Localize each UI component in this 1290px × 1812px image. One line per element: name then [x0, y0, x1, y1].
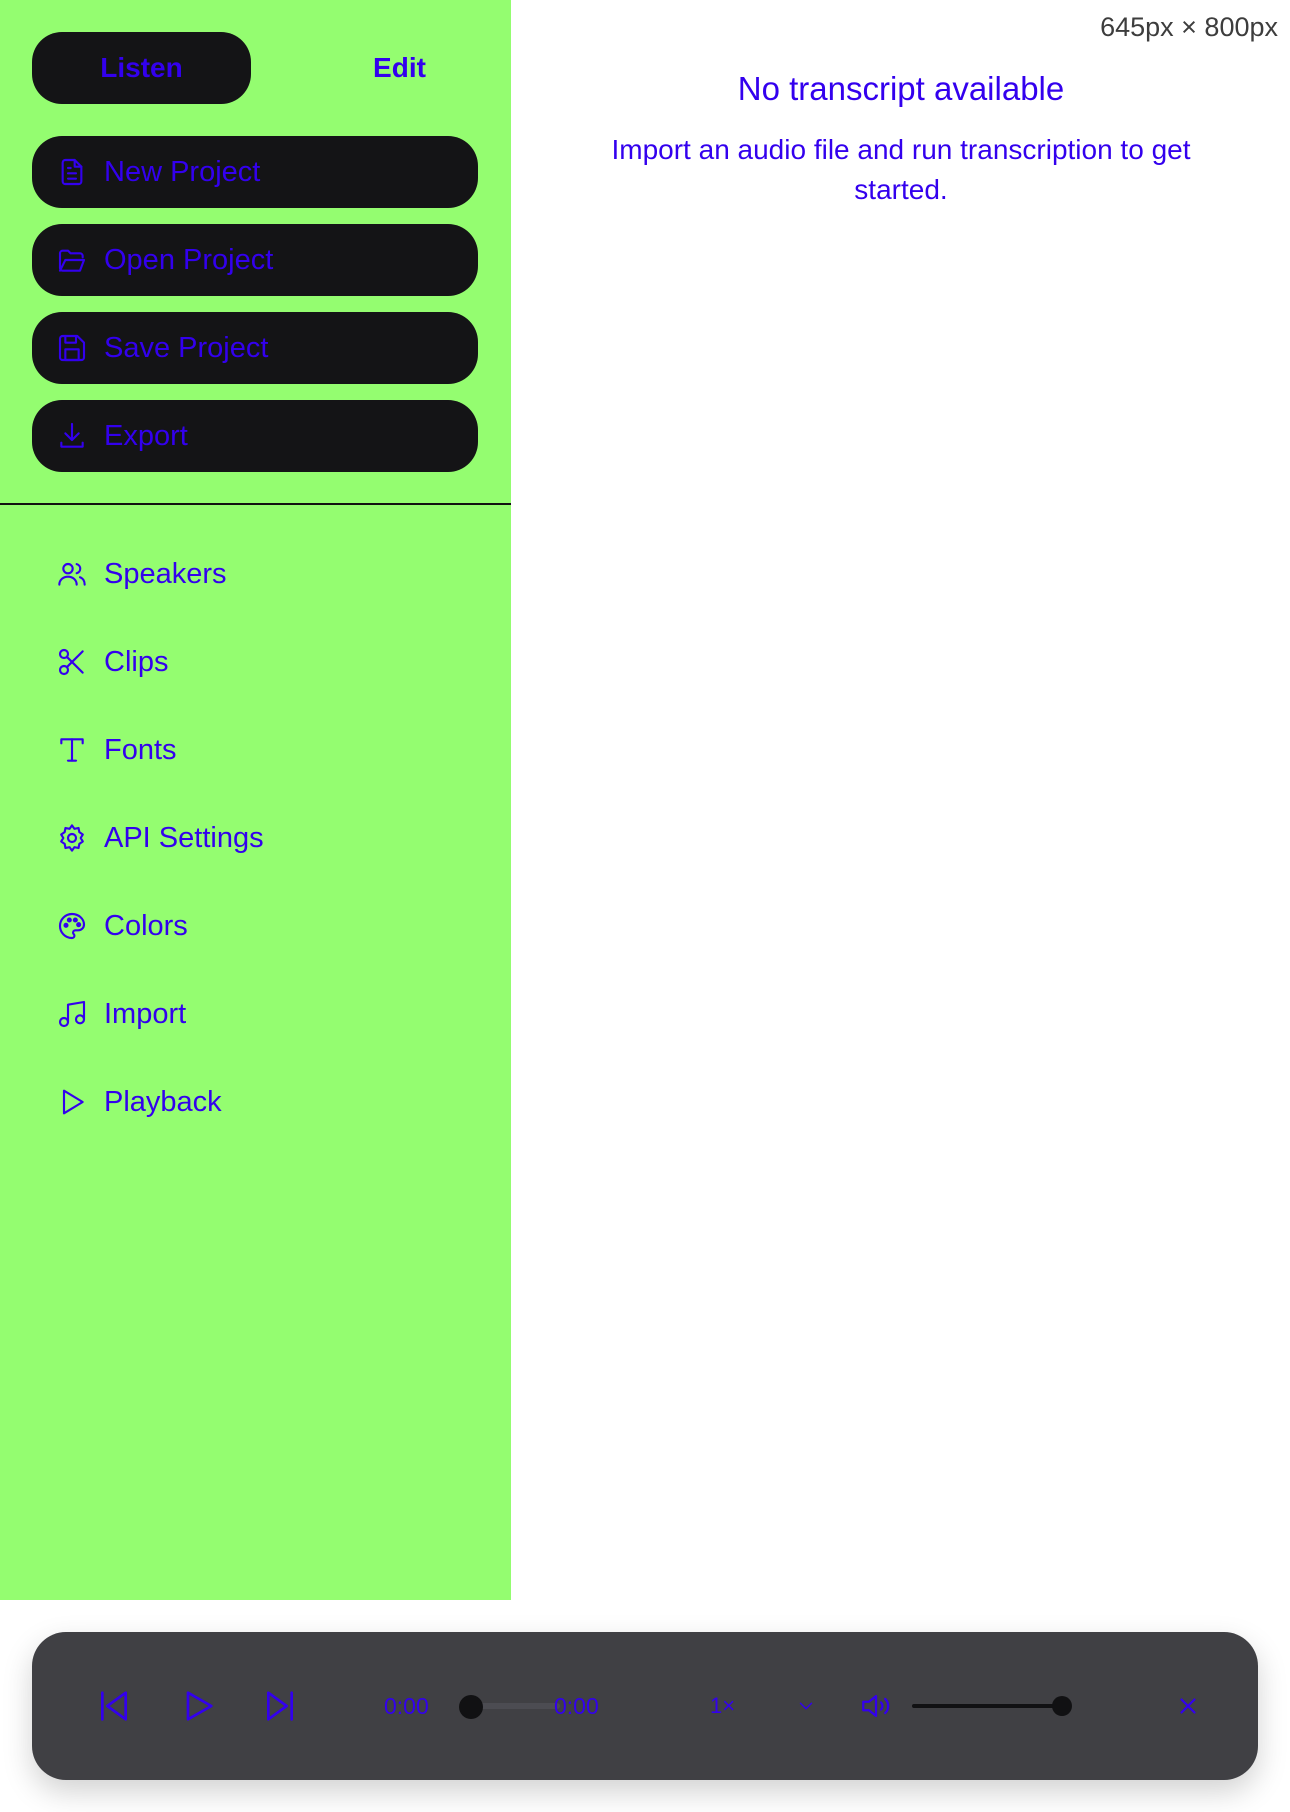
audio-player-bar: 0:00 0:00 1× [32, 1632, 1258, 1780]
new-project-button[interactable]: New Project [32, 136, 478, 208]
folder-open-icon [56, 244, 88, 276]
viewport-size-label: 645px × 800px [1100, 12, 1278, 42]
sidebar-item-api-settings[interactable]: API Settings [56, 812, 264, 864]
music-icon [56, 998, 88, 1030]
close-icon [1175, 1693, 1201, 1719]
type-icon [56, 734, 88, 766]
skip-back-icon [94, 1686, 134, 1726]
empty-state-description: Import an audio file and run transcripti… [611, 134, 1191, 205]
export-label: Export [104, 419, 188, 452]
sidebar-item-label: Fonts [104, 733, 177, 766]
scissors-icon [56, 646, 88, 678]
sidebar-item-label: API Settings [104, 821, 264, 854]
play-button[interactable] [174, 1682, 222, 1730]
chevron-down-icon [795, 1695, 817, 1717]
save-icon [56, 332, 88, 364]
sidebar-item-playback[interactable]: Playback [56, 1076, 222, 1128]
sidebar-item-speakers[interactable]: Speakers [56, 548, 227, 600]
open-project-button[interactable]: Open Project [32, 224, 478, 296]
gear-icon [56, 822, 88, 854]
volume-slider[interactable] [912, 1704, 1062, 1708]
file-text-icon [56, 156, 88, 188]
seek-slider[interactable] [472, 1703, 560, 1709]
sidebar-item-colors[interactable]: Colors [56, 900, 188, 952]
export-button[interactable]: Export [32, 400, 478, 472]
sidebar-item-label: Speakers [104, 557, 227, 590]
mode-toggle: Listen Edit [32, 32, 478, 104]
save-project-button[interactable]: Save Project [32, 312, 478, 384]
sidebar-item-label: Playback [104, 1085, 222, 1118]
open-project-label: Open Project [104, 243, 274, 276]
playback-speed[interactable]: 1× [710, 1632, 735, 1780]
volume-button[interactable] [858, 1688, 894, 1724]
download-icon [56, 420, 88, 452]
play-icon [178, 1686, 218, 1726]
sidebar-item-fonts[interactable]: Fonts [56, 724, 177, 776]
sidebar-item-clips[interactable]: Clips [56, 636, 168, 688]
play-icon [56, 1086, 88, 1118]
sidebar-item-import[interactable]: Import [56, 988, 186, 1040]
volume-icon [859, 1689, 893, 1723]
close-player-button[interactable] [1172, 1690, 1204, 1722]
sidebar-item-label: Clips [104, 645, 169, 678]
skip-forward-button[interactable] [256, 1682, 304, 1730]
palette-icon [56, 910, 88, 942]
speed-dropdown-button[interactable] [792, 1692, 820, 1720]
duration-time: 0:00 [554, 1692, 599, 1719]
seek-slider-handle[interactable] [459, 1695, 483, 1719]
sidebar-item-label: Colors [104, 909, 188, 942]
new-project-label: New Project [104, 155, 261, 188]
edit-mode-button[interactable]: Edit [290, 32, 509, 104]
listen-mode-button[interactable]: Listen [32, 32, 251, 104]
skip-forward-icon [260, 1686, 300, 1726]
sidebar-item-label: Import [104, 997, 187, 1030]
skip-back-button[interactable] [90, 1682, 138, 1730]
sidebar: Listen Edit New Project Open Project Sav… [0, 0, 511, 1600]
current-time: 0:00 [384, 1692, 429, 1719]
volume-slider-handle[interactable] [1052, 1696, 1072, 1716]
empty-state-title: No transcript available [737, 70, 1065, 107]
users-icon [56, 558, 88, 590]
save-project-label: Save Project [104, 331, 269, 364]
sidebar-divider [0, 503, 511, 505]
